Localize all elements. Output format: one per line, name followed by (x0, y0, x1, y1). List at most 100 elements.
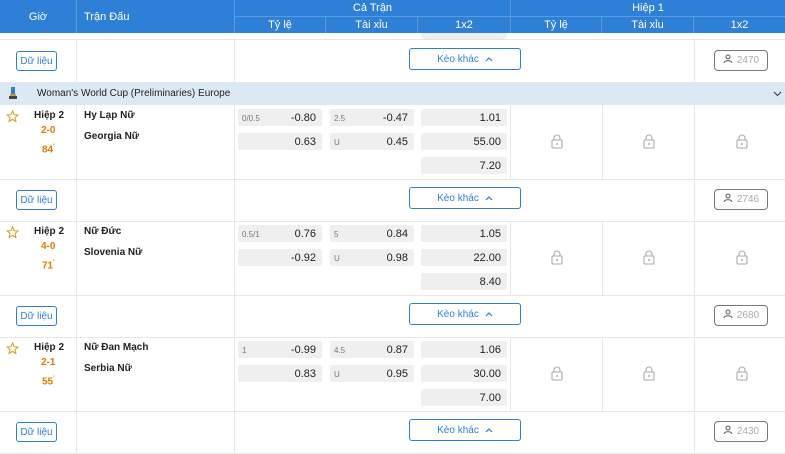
odds-value: -0.99 (290, 344, 316, 356)
match-minute: 71' (42, 260, 55, 272)
data-button[interactable]: Dữ liệu (16, 51, 57, 71)
full-handicap-header: Tỷ lệ (235, 17, 325, 33)
draw-cell[interactable]: 7.00 (421, 389, 507, 406)
home-team: Nữ Đức (84, 226, 122, 237)
home-win-cell[interactable]: 1.01 (421, 109, 507, 126)
bet-count-button[interactable]: 2470 (714, 50, 768, 71)
away-win-cell[interactable]: 22.00 (421, 249, 507, 266)
handicap-away-cell[interactable]: 0.63 (238, 133, 322, 150)
first-half-header: Hiệp 1 (511, 0, 785, 16)
col-time-header: Giờ (0, 0, 76, 33)
lock-icon (643, 250, 655, 268)
half-ou-header: Tài xỉu (602, 17, 693, 33)
draw-cell[interactable]: 8.40 (421, 273, 507, 290)
league-name: Woman's World Cup (Preliminaries) Europe (37, 88, 231, 99)
bet-count-button[interactable]: 2746 (714, 189, 768, 210)
odds-value: -0.47 (382, 112, 408, 124)
chevron-down-icon[interactable] (773, 89, 782, 100)
away-team: Georgia Nữ (84, 131, 140, 142)
home-team: Nữ Đan Mạch (84, 342, 149, 353)
handicap-away-cell[interactable]: 0.83 (238, 365, 322, 382)
odds-value: 1.06 (479, 344, 501, 356)
under-cell[interactable]: U 0.95 (330, 365, 414, 382)
home-team: Hy Lạp Nữ (84, 110, 135, 121)
data-button[interactable]: Dữ liệu (16, 190, 57, 210)
home-win-cell[interactable]: 1.06 (421, 341, 507, 358)
odds-line-label: U (334, 254, 340, 263)
odds-line-label: 2.5 (334, 114, 346, 123)
chevron-up-icon (485, 309, 493, 320)
over-cell[interactable]: 2.5 -0.47 (330, 109, 414, 126)
odds-value: 0.83 (294, 368, 316, 380)
handicap-home-cell[interactable]: 0/0.5 -0.80 (238, 109, 322, 126)
odds-value: 30.00 (473, 368, 501, 380)
trophy-icon (8, 87, 18, 103)
draw-cell[interactable]: 7.20 (421, 157, 507, 174)
match-minute: 84' (42, 144, 55, 156)
under-cell[interactable]: U 0.45 (330, 133, 414, 150)
more-odds-label: Kèo khác (437, 53, 479, 65)
odds-value: 22.00 (473, 252, 501, 264)
col-match-header: Trận Đấu (76, 0, 136, 33)
more-odds-button[interactable]: Kèo khác (409, 48, 521, 70)
star-icon[interactable] (5, 109, 20, 126)
odds-line-label: 5 (334, 230, 339, 239)
bet-count: 2746 (736, 194, 760, 205)
league-row[interactable]: Woman's World Cup (Preliminaries) Europe (0, 82, 785, 105)
handicap-home-cell[interactable]: 1 -0.99 (238, 341, 322, 358)
over-cell[interactable]: 4.5 0.87 (330, 341, 414, 358)
odds-value: 1.05 (479, 228, 501, 240)
data-button[interactable]: Dữ liệu (16, 422, 57, 442)
more-odds-button[interactable]: Kèo khác (409, 419, 521, 441)
lock-icon (736, 250, 748, 268)
half-1x2-header: 1x2 (694, 17, 785, 33)
full-match-header: Cả Trận (235, 0, 510, 16)
user-group-icon (723, 309, 734, 322)
over-cell[interactable]: 5 0.84 (330, 225, 414, 242)
match-period: Hiệp 2 (34, 226, 65, 237)
data-button[interactable]: Dữ liệu (16, 306, 57, 326)
more-odds-label: Kèo khác (437, 192, 479, 204)
handicap-away-cell[interactable]: -0.92 (238, 249, 322, 266)
star-icon[interactable] (5, 225, 20, 242)
more-odds-label: Kèo khác (437, 424, 479, 436)
odds-value: 0.45 (386, 136, 408, 148)
odds-value: 0.76 (294, 228, 316, 240)
under-cell[interactable]: U 0.98 (330, 249, 414, 266)
away-team: Serbia Nữ (84, 363, 132, 374)
chevron-up-icon (485, 54, 493, 65)
away-team: Slovenia Nữ (84, 247, 143, 258)
odds-value: 1.01 (479, 112, 501, 124)
odds-value: 0.98 (386, 252, 408, 264)
match-period: Hiệp 2 (34, 342, 65, 353)
bet-count-button[interactable]: 2430 (714, 421, 768, 442)
lock-icon (736, 366, 748, 384)
half-handicap-header: Tỷ lệ (511, 17, 601, 33)
odds-value: 0.87 (386, 344, 408, 356)
more-odds-button[interactable]: Kèo khác (409, 303, 521, 325)
more-odds-label: Kèo khác (437, 308, 479, 320)
more-odds-button[interactable]: Kèo khác (409, 187, 521, 209)
odds-line-label: 4.5 (334, 346, 346, 355)
chevron-up-icon (485, 425, 493, 436)
lock-icon (736, 134, 748, 152)
odds-value: 8.40 (479, 276, 501, 288)
match-score: 2-0 (41, 125, 56, 136)
lock-icon (643, 366, 655, 384)
star-icon[interactable] (5, 341, 20, 358)
away-win-cell[interactable]: 30.00 (421, 365, 507, 382)
lock-icon (643, 134, 655, 152)
bet-count-button[interactable]: 2680 (714, 305, 768, 326)
lock-icon (551, 366, 563, 384)
lock-icon (551, 134, 563, 152)
odds-line-label: U (334, 370, 340, 379)
full-1x2-header: 1x2 (418, 17, 510, 33)
home-win-cell[interactable]: 1.05 (421, 225, 507, 242)
odds-line-label: U (334, 138, 340, 147)
odds-value: 7.20 (479, 160, 501, 172)
odds-value: -0.92 (290, 252, 316, 264)
bet-count: 2430 (736, 426, 760, 437)
user-group-icon (723, 54, 734, 67)
handicap-home-cell[interactable]: 0.5/1 0.76 (238, 225, 322, 242)
away-win-cell[interactable]: 55.00 (421, 133, 507, 150)
